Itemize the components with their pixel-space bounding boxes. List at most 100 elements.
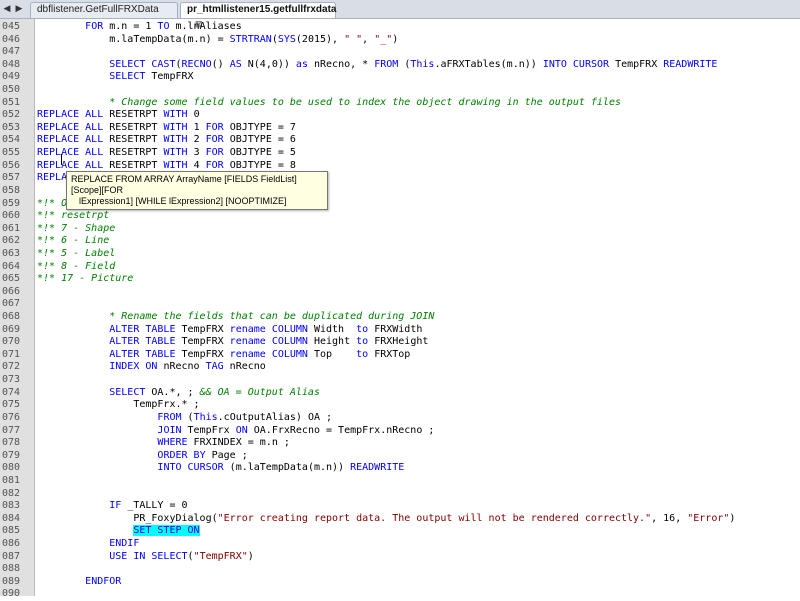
code-line[interactable]: 075 TempFrx.* ; <box>0 399 800 412</box>
code-line[interactable]: 052 REPLACE ALL RESETRPT WITH 0 <box>0 109 800 122</box>
code-token: Top <box>307 348 357 360</box>
code-text[interactable]: JOIN TempFrx ON OA.FrxRecno = TempFrx.nR… <box>37 425 434 438</box>
code-text[interactable]: *!* resetrpt <box>37 210 109 223</box>
code-line[interactable]: 077 JOIN TempFrx ON OA.FrxRecno = TempFr… <box>0 425 800 438</box>
code-token: FRXHeight <box>368 336 429 348</box>
code-line[interactable]: 080 INTO CURSOR (m.laTempData(m.n)) READ… <box>0 462 800 475</box>
code-line[interactable]: 079 ORDER BY Page ; <box>0 450 800 463</box>
code-token: to <box>356 336 369 348</box>
code-text[interactable]: REPLACE ALL RESETRPT WITH 2 FOR OBJTYPE … <box>37 134 296 147</box>
code-line[interactable]: 073 <box>0 374 800 387</box>
code-line[interactable]: 076 FROM (This.cOutputAlias) OA ; <box>0 412 800 425</box>
code-text[interactable]: IF _TALLY = 0 <box>37 500 188 513</box>
code-line[interactable]: 088 <box>0 563 800 576</box>
code-text[interactable]: FOR m.n = 1 TO m.lnAliases <box>37 21 242 34</box>
tab-scroll-right-icon[interactable]: ▶ <box>14 2 24 15</box>
code-text[interactable]: REPLACE ALL RESETRPT WITH 3 FOR OBJTYPE … <box>37 147 296 160</box>
code-text[interactable]: *!* 17 - Picture <box>37 273 133 286</box>
code-token: TempFRX <box>145 71 194 83</box>
code-line[interactable]: 066 <box>0 286 800 299</box>
code-line[interactable]: 078 WHERE FRXINDEX = m.n ; <box>0 437 800 450</box>
code-line[interactable]: 068 * Rename the fields that can be dupl… <box>0 311 800 324</box>
code-line[interactable]: 090 <box>0 588 800 601</box>
code-line[interactable]: 048 SELECT CAST (RECNO() AS N(4,0)) as nR… <box>0 59 800 72</box>
code-text[interactable]: FROM (This.cOutputAlias) OA ; <box>37 412 332 425</box>
code-line[interactable]: 055 REPLACE ALL RESETRPT WITH 3 FOR OBJTY… <box>0 147 800 160</box>
code-text[interactable]: *!* 6 - Line <box>37 235 109 248</box>
code-text[interactable]: ALTER TABLE TempFRX rename COLUMN Height… <box>37 336 428 349</box>
code-line[interactable]: 067 <box>0 298 800 311</box>
code-text[interactable]: SELECT TempFRX <box>37 71 194 84</box>
code-line[interactable]: 074 SELECT OA.*, ; && OA = Output Alias <box>0 387 800 400</box>
code-line[interactable]: 046 m.laTempData(m.n) = STRTRAN(SYS(2015… <box>0 34 800 47</box>
code-text[interactable]: INTO CURSOR (m.laTempData(m.n)) READWRIT… <box>37 462 404 475</box>
code-text[interactable]: m.laTempData(m.n) = STRTRAN(SYS(2015), "… <box>37 34 398 47</box>
line-number: 063 <box>2 247 21 259</box>
code-text[interactable]: REPLACE ALL RESETRPT WITH 0 <box>37 109 200 122</box>
code-editor[interactable]: 045 FOR m.n = 1 TO m.lnAliases 046 m.laTe… <box>0 21 800 601</box>
code-line[interactable]: 054 REPLACE ALL RESETRPT WITH 2 FOR OBJTY… <box>0 134 800 147</box>
code-line[interactable]: 086 ENDIF <box>0 538 800 551</box>
code-text[interactable]: TempFrx.* ; <box>37 399 199 412</box>
code-line[interactable]: 081 <box>0 475 800 488</box>
code-line[interactable]: 050 <box>0 84 800 97</box>
code-line[interactable]: 049 SELECT TempFRX <box>0 71 800 84</box>
code-line[interactable]: 084 PR_FoxyDialog("Error creating report… <box>0 513 800 526</box>
code-line[interactable]: 060 *!* resetrpt <box>0 210 800 223</box>
tab-dbflistener[interactable]: dbflistener.GetFullFRXData <box>30 2 178 18</box>
code-line[interactable]: 070 ALTER TABLE TempFRX rename COLUMN He… <box>0 336 800 349</box>
line-number: 064 <box>2 260 21 272</box>
code-line[interactable]: 053 REPLACE ALL RESETRPT WITH 1 FOR OBJTY… <box>0 122 800 135</box>
code-text[interactable]: ENDIF <box>37 538 139 551</box>
code-text[interactable]: * Change some field values to be used to… <box>37 97 621 110</box>
code-line[interactable]: 069 ALTER TABLE TempFRX rename COLUMN Wi… <box>0 324 800 337</box>
code-line[interactable]: 082 <box>0 488 800 501</box>
code-line[interactable]: 089 ENDFOR <box>0 576 800 589</box>
code-text[interactable]: REPLA <box>37 172 67 185</box>
code-token: m.n = 1 <box>103 21 158 32</box>
code-text[interactable]: PR_FoxyDialog("Error creating report dat… <box>37 513 735 526</box>
code-line[interactable]: 087 USE IN SELECT("TempFRX") <box>0 551 800 564</box>
code-text[interactable]: USE IN SELECT("TempFRX") <box>37 551 254 564</box>
code-line[interactable]: 047 <box>0 46 800 59</box>
code-text[interactable]: REPLACE ALL RESETRPT WITH 1 FOR OBJTYPE … <box>37 122 296 135</box>
code-line[interactable]: 045 FOR m.n = 1 TO m.lnAliases <box>0 21 800 34</box>
code-line[interactable]: 072 INDEX ON nRecno TAG nRecno <box>0 361 800 374</box>
code-text[interactable]: SET STEP ON <box>37 525 200 538</box>
code-token: STRTRAN <box>229 33 272 45</box>
code-line[interactable]: 061 *!* 7 - Shape <box>0 223 800 236</box>
code-text[interactable]: WHERE FRXINDEX = m.n ; <box>37 437 289 450</box>
code-text[interactable]: * Rename the fields that can be duplicat… <box>37 311 434 324</box>
code-text[interactable]: *!* 8 - Field <box>37 261 115 274</box>
code-text[interactable]: SELECT CAST (RECNO() AS N(4,0)) as nRecno… <box>37 59 717 72</box>
tab-bar: ◀ ▶ dbflistener.GetFullFRXData pr_htmlli… <box>0 0 800 29</box>
code-text[interactable]: ALTER TABLE TempFRX rename COLUMN Width … <box>37 324 422 337</box>
code-token: *!* 17 - Picture <box>37 273 134 285</box>
code-line[interactable]: 062 *!* 6 - Line <box>0 235 800 248</box>
code-text[interactable]: SELECT OA.*, ; && OA = Output Alias <box>37 387 320 400</box>
code-token: ALTER TABLE <box>109 348 176 360</box>
line-number: 075 <box>2 399 21 411</box>
code-text[interactable]: *!* 5 - Label <box>37 248 115 261</box>
code-text[interactable]: *!* 7 - Shape <box>37 223 115 236</box>
code-line[interactable]: 051 * Change some field values to be use… <box>0 97 800 110</box>
code-line[interactable]: 083 IF _TALLY = 0 <box>0 500 800 513</box>
code-token: _TALLY = 0 <box>121 500 188 512</box>
code-line[interactable]: 065 *!* 17 - Picture <box>0 273 800 286</box>
code-text[interactable]: ENDFOR <box>37 576 121 589</box>
code-token: ( <box>398 58 411 70</box>
tab-scroll-left-icon[interactable]: ◀ <box>2 2 12 15</box>
code-line[interactable]: 085 SET STEP ON <box>0 525 800 538</box>
code-line[interactable]: 071 ALTER TABLE TempFRX rename COLUMN To… <box>0 349 800 362</box>
code-text[interactable]: ALTER TABLE TempFRX rename COLUMN Top to… <box>37 349 410 362</box>
code-token: ) <box>392 33 399 45</box>
code-text[interactable]: ORDER BY Page ; <box>37 450 247 463</box>
code-line[interactable]: 063 *!* 5 - Label <box>0 248 800 261</box>
tab-pr-htmllistener15[interactable]: pr_htmllistener15.getfullfrxdata ⊠ <box>180 2 336 29</box>
code-line[interactable]: 064 *!* 8 - Field <box>0 261 800 274</box>
code-token: (m.laTempData(m.n)) <box>223 462 351 474</box>
code-token: OBJTYPE = 6 <box>223 134 296 146</box>
code-text[interactable]: INDEX ON nRecno TAG nRecno <box>37 361 266 374</box>
